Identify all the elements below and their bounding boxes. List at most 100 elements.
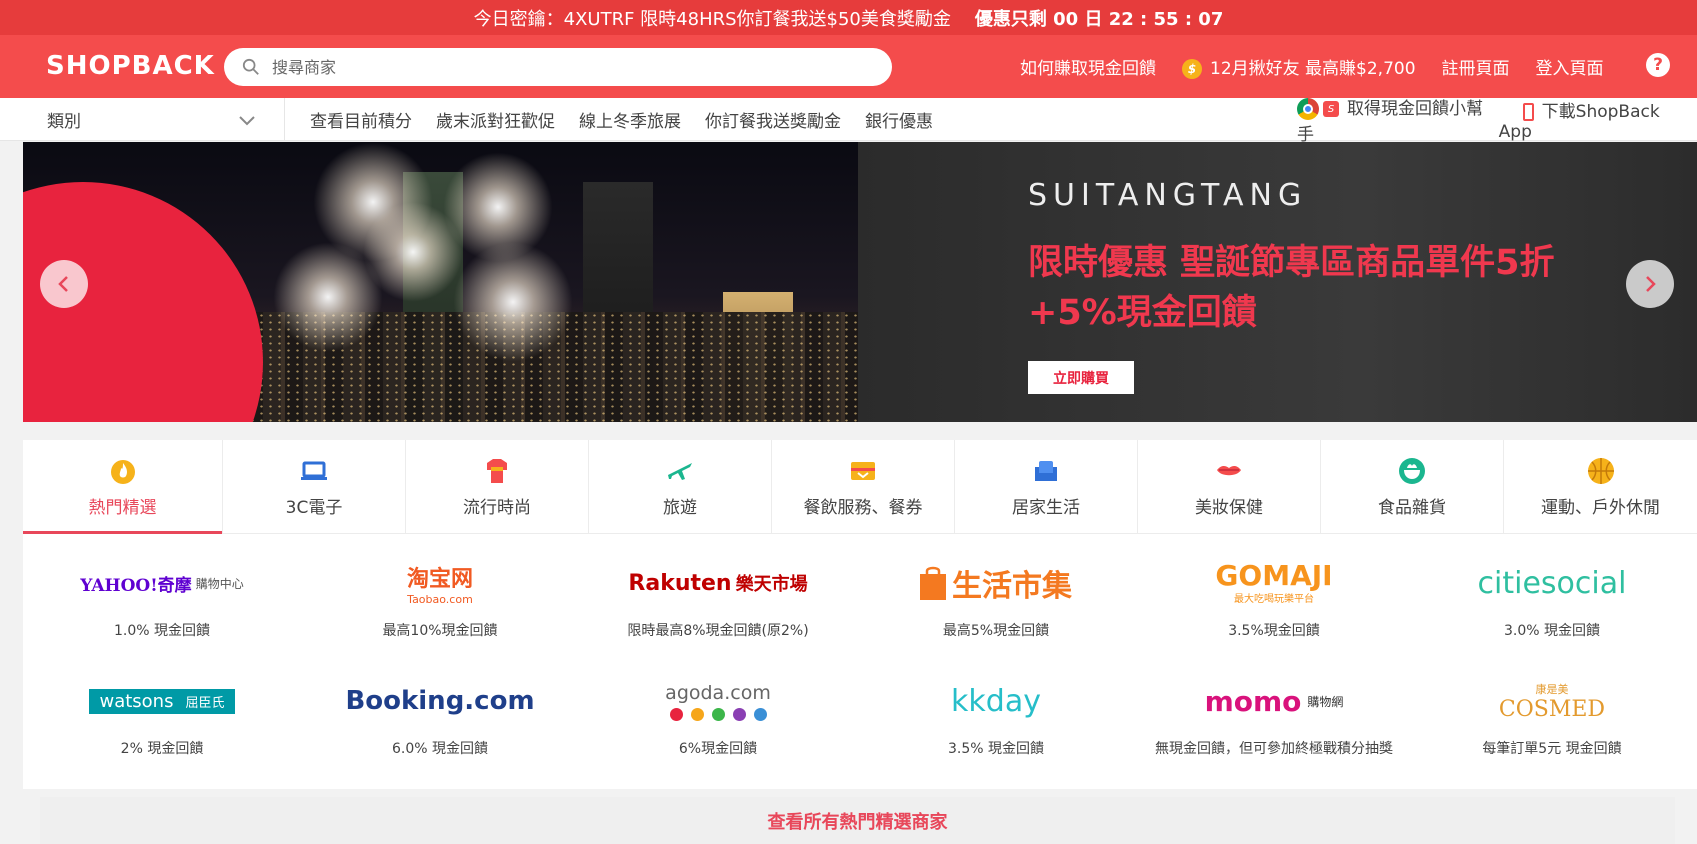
nav-right: S 取得現金回饋小幫手 下載ShopBack App	[1297, 97, 1697, 145]
merchant-watsons[interactable]: watsons 屈臣氏 2% 現金回饋	[23, 652, 301, 762]
merchant-kkday[interactable]: kkday 3.5% 現金回饋	[857, 652, 1135, 762]
merchant-momo[interactable]: momo 購物網 無現金回饋，但可參加終極戰積分抽獎	[1135, 652, 1413, 762]
merchant-sub: 康是美	[1535, 682, 1569, 696]
basketball-icon	[1587, 457, 1614, 484]
merchant-logo: Rakuten 樂天市場	[628, 552, 807, 614]
merchant-cosmed[interactable]: 康是美 COSMED 每筆訂單5元 現金回饋	[1413, 652, 1691, 762]
merchant-name: citiesocial	[1477, 565, 1627, 601]
tab-label: 居家生活	[1012, 497, 1080, 518]
cashback-rate: 6%現金回饋	[678, 741, 758, 757]
tab-label: 熱門精選	[88, 497, 157, 518]
carousel-next-button[interactable]	[1626, 260, 1674, 308]
merchant-logo: 生活市集	[920, 552, 1072, 614]
help-icon[interactable]: ?	[1646, 53, 1670, 77]
merchant-yahoo[interactable]: YAHOO!奇摩 購物中心 1.0% 現金回饋	[23, 534, 301, 644]
how-to-earn-link[interactable]: 如何賺取現金回饋	[1020, 54, 1156, 79]
refer-friend-link[interactable]: $12月揪好友 最高賺$2,700	[1182, 54, 1416, 79]
cashback-rate: 3.0% 現金回饋	[1503, 623, 1601, 639]
merchant-citiesocial[interactable]: citiesocial 3.0% 現金回饋	[1413, 534, 1691, 644]
merchant-name: 生活市集	[952, 569, 1072, 604]
tab-beauty-health[interactable]: 美妝保健	[1138, 440, 1321, 534]
nav-divider	[284, 98, 285, 141]
merchant-grid: YAHOO!奇摩 購物中心 1.0% 現金回饋 淘宝网 Taobao.com 最…	[23, 534, 1697, 789]
merchant-booking[interactable]: Booking.com 6.0% 現金回饋	[301, 652, 579, 762]
nav-link-party[interactable]: 歲末派對狂歡促	[436, 107, 555, 132]
category-dropdown[interactable]: 類別	[47, 98, 267, 141]
dot	[669, 707, 683, 721]
bowl-icon	[1399, 457, 1425, 484]
header: SHOPBACK 如何賺取現金回饋 $12月揪好友 最高賺$2,700 註冊頁面…	[0, 35, 1697, 98]
cashback-rate: 最高5%現金回饋	[942, 623, 1050, 639]
promo-bar[interactable]: 今日密鑰：4XUTRF 限時48HRS你訂餐我送$50美食獎勵金 優惠只剩 00…	[0, 0, 1697, 35]
cashback-rate: 1.0% 現金回饋	[113, 623, 211, 639]
promo-text: 今日密鑰：4XUTRF 限時48HRS你訂餐我送$50美食獎勵金	[473, 8, 951, 30]
merchant-sub: Taobao.com	[407, 592, 473, 606]
chevron-right-icon	[1646, 276, 1656, 292]
merchant-logo: agoda.com	[665, 670, 771, 732]
cashback-rate: 每筆訂單5元 現金回饋	[1482, 741, 1622, 757]
flame-icon	[110, 459, 135, 484]
login-link[interactable]: 登入頁面	[1536, 54, 1604, 79]
chrome-extension-link[interactable]: S 取得現金回饋小幫手	[1297, 94, 1499, 145]
register-link[interactable]: 註冊頁面	[1442, 54, 1510, 79]
tab-3c-electronics[interactable]: 3C電子	[223, 440, 406, 534]
view-all-merchants-button[interactable]: 查看所有熱門精選商家	[40, 797, 1675, 844]
search-bar[interactable]	[224, 48, 892, 86]
merchant-logo: Booking.com	[345, 670, 534, 732]
refer-friend-label: 12月揪好友 最高賺$2,700	[1210, 59, 1416, 79]
merchant-logo-box: watsons 屈臣氏	[89, 688, 235, 714]
merchant-rakuten[interactable]: Rakuten 樂天市場 限時最高8%現金回饋(原2%)	[579, 534, 857, 644]
countdown-timer: 優惠只剩 00 日 22 : 55 : 07	[974, 8, 1224, 30]
merchant-logo: momo 購物網	[1205, 670, 1344, 732]
merchant-name: 淘宝网	[406, 566, 473, 592]
nav-link-bank[interactable]: 銀行優惠	[865, 107, 933, 132]
buy-now-button[interactable]: 立即購買	[1028, 361, 1134, 394]
dot	[711, 707, 725, 721]
firework	[453, 242, 573, 362]
chevron-down-icon	[239, 116, 255, 126]
cashback-rate: 無現金回饋，但可參加終極戰積分抽獎	[1155, 741, 1393, 757]
search-input[interactable]	[272, 57, 832, 77]
tab-label: 運動、戶外休閒	[1541, 497, 1660, 518]
tab-label: 食品雜貨	[1378, 497, 1446, 518]
carousel-prev-button[interactable]	[40, 260, 88, 308]
tab-hot-picks[interactable]: 熱門精選	[23, 440, 223, 534]
merchant-logo: YAHOO!奇摩 購物中心	[80, 552, 243, 614]
merchant-gomaji[interactable]: GOMAJI 最大吃喝玩樂平台 3.5%現金回饋	[1135, 534, 1413, 644]
download-app-link[interactable]: 下載ShopBack App	[1499, 97, 1697, 142]
merchant-name: YAHOO!奇摩	[80, 575, 192, 596]
merchant-logo: kkday	[951, 670, 1041, 732]
merchant-logo: 康是美 COSMED	[1499, 670, 1605, 732]
sofa-icon	[1035, 460, 1057, 481]
tab-fashion[interactable]: 流行時尚	[406, 440, 589, 534]
nav-link-winter-travel[interactable]: 線上冬季旅展	[579, 107, 681, 132]
shopback-logo[interactable]: SHOPBACK	[46, 51, 215, 81]
tab-home-living[interactable]: 居家生活	[955, 440, 1138, 534]
coin-icon: $	[1182, 59, 1202, 79]
dot	[753, 707, 767, 721]
tab-groceries[interactable]: 食品雜貨	[1321, 440, 1504, 534]
merchant-sub: 樂天市場	[735, 574, 808, 595]
merchant-name: watsons	[99, 690, 174, 712]
nav-link-points[interactable]: 查看目前積分	[310, 107, 412, 132]
tab-label: 3C電子	[285, 497, 343, 518]
merchant-shenghuo[interactable]: 生活市集 最高5%現金回饋	[857, 534, 1135, 644]
merchant-name: momo	[1204, 684, 1302, 718]
tab-food-vouchers[interactable]: 餐飲服務、餐券	[772, 440, 955, 534]
banner-ad: SUITANGTANG 限時優惠 聖誕節專區商品單件5折 +5%現金回饋 立即購…	[858, 142, 1697, 422]
merchant-name: agoda.com	[665, 681, 771, 704]
hero-banner[interactable]: SUITANGTANG 限時優惠 聖誕節專區商品單件5折 +5%現金回饋 立即購…	[23, 142, 1697, 422]
tab-travel[interactable]: 旅遊	[589, 440, 772, 534]
dot	[732, 707, 746, 721]
banner-headline: 限時優惠 聖誕節專區商品單件5折 +5%現金回饋	[1028, 238, 1555, 338]
category-nav: 類別 查看目前積分 歲末派對狂歡促 線上冬季旅展 你訂餐我送獎勵金 銀行優惠 S…	[0, 97, 1697, 145]
search-icon	[242, 58, 259, 75]
tab-label: 美妝保健	[1195, 497, 1263, 518]
category-dropdown-label: 類別	[47, 112, 81, 132]
merchant-taobao[interactable]: 淘宝网 Taobao.com 最高10%現金回饋	[301, 534, 579, 644]
merchant-sub: 屈臣氏	[185, 695, 225, 711]
nav-link-food-reward[interactable]: 你訂餐我送獎勵金	[705, 107, 841, 132]
tab-sports-outdoor[interactable]: 運動、戶外休閒	[1504, 440, 1697, 534]
merchant-name: COSMED	[1498, 696, 1606, 722]
merchant-agoda[interactable]: agoda.com 6%現金回饋	[579, 652, 857, 762]
